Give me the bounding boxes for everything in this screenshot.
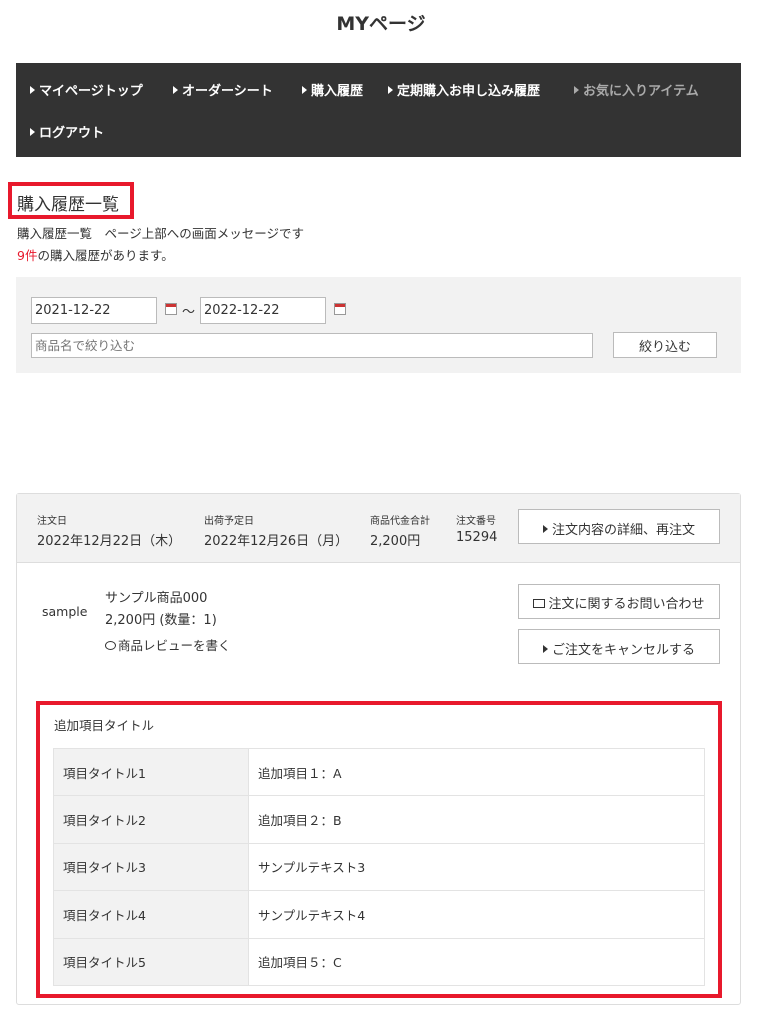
nav-label: 購入履歴 — [311, 84, 364, 99]
date-separator: 〜 — [182, 305, 196, 320]
filter-submit-button[interactable]: 絞り込む — [613, 332, 717, 358]
mail-icon — [533, 599, 546, 608]
product-name-filter-input[interactable] — [31, 333, 593, 358]
nav-logout[interactable]: ログアウト — [30, 122, 104, 141]
additional-fields-title: 追加項目タイトル — [54, 718, 155, 733]
additional-fields-section: 追加項目タイトル 項目タイトル1 追加項目１：A 項目タイトル2 追加項目２：B 項… — [36, 701, 722, 998]
table-row: 項目タイトル3 サンプルテキスト3 — [53, 842, 705, 892]
order-detail-button[interactable]: 注文内容の詳細、再注文 — [518, 509, 720, 544]
date-to-input[interactable] — [200, 297, 326, 324]
order-number: 15294 — [456, 530, 498, 545]
ship-date-label: 出荷予定日 — [204, 516, 254, 527]
history-count: 9件の購入履歴があります。 — [17, 245, 174, 264]
field-value: サンプルテキスト3 — [248, 842, 705, 892]
filter-panel: 〜 絞り込む — [16, 277, 741, 373]
field-value: 追加項目１：A — [248, 747, 705, 797]
ship-date: 2022年12月26日（月） — [204, 534, 349, 549]
order-total: 2,200円 — [370, 534, 421, 549]
table-row: 項目タイトル1 追加項目１：A — [53, 747, 705, 797]
field-key: 項目タイトル2 — [53, 795, 249, 844]
page-title: MYページ — [336, 13, 426, 35]
nav-order-sheet[interactable]: オーダーシート — [173, 80, 273, 99]
order-number-label: 注文番号 — [456, 516, 496, 527]
button-label: 注文に関するお問い合わせ — [548, 597, 705, 612]
field-value: 追加項目５：C — [248, 937, 705, 986]
inquiry-button[interactable]: 注文に関するお問い合わせ — [518, 584, 720, 619]
field-value: サンプルテキスト4 — [248, 890, 705, 939]
nav-label: オーダーシート — [182, 84, 273, 99]
cancel-order-button[interactable]: ご注文をキャンセルする — [518, 629, 720, 664]
nav-subscription-history[interactable]: 定期購入お申し込み履歴 — [388, 80, 540, 99]
nav-label: マイページトップ — [39, 84, 143, 99]
field-key: 項目タイトル3 — [53, 842, 249, 892]
product-name[interactable]: サンプル商品000 — [105, 587, 207, 606]
field-key: 項目タイトル1 — [53, 747, 249, 797]
calendar-icon[interactable] — [334, 303, 346, 315]
nav-favorites[interactable]: お気に入りアイテム — [574, 80, 699, 99]
button-label: 注文内容の詳細、再注文 — [551, 523, 695, 538]
field-key: 項目タイトル5 — [53, 937, 249, 986]
page-message: 購入履歴一覧 ページ上部への画面メッセージです — [17, 226, 305, 241]
date-from-input[interactable] — [31, 297, 157, 324]
calendar-icon[interactable] — [165, 303, 177, 315]
nav-label: ログアウト — [39, 126, 105, 141]
triangle-icon — [542, 645, 548, 653]
table-row: 項目タイトル4 サンプルテキスト4 — [53, 890, 705, 939]
triangle-icon — [30, 128, 35, 136]
triangle-icon — [30, 86, 35, 94]
field-key: 項目タイトル4 — [53, 890, 249, 939]
section-heading: 購入履歴一覧 — [8, 182, 134, 219]
count-suffix: の購入履歴があります。 — [37, 248, 174, 263]
triangle-icon — [173, 86, 178, 94]
triangle-icon — [574, 86, 579, 94]
nav-mypage-top[interactable]: マイページトップ — [30, 80, 143, 99]
table-row: 項目タイトル5 追加項目５：C — [53, 937, 705, 986]
review-link[interactable]: 商品レビューを書く — [105, 635, 231, 654]
nav-purchase-history[interactable]: 購入履歴 — [302, 80, 363, 99]
nav-label: 定期購入お申し込み履歴 — [397, 84, 541, 99]
triangle-icon — [542, 525, 548, 533]
triangle-icon — [388, 86, 393, 94]
triangle-icon — [302, 86, 307, 94]
product-image[interactable]: sample — [42, 604, 87, 619]
mypage-nav: マイページトップ オーダーシート 購入履歴 定期購入お申し込み履歴 お気に入りア… — [16, 63, 741, 157]
field-value: 追加項目２：B — [248, 795, 705, 844]
order-header: 注文日 2022年12月22日（木） 出荷予定日 2022年12月26日（月） … — [17, 494, 740, 563]
count-number: 9件 — [17, 248, 38, 263]
product-price: 2,200円 (数量：1) — [105, 613, 217, 628]
additional-fields-table: 項目タイトル1 追加項目１：A 項目タイトル2 追加項目２：B 項目タイトル3 サンプ… — [53, 747, 705, 986]
review-label: 商品レビューを書く — [118, 638, 231, 653]
order-date-label: 注文日 — [37, 516, 67, 527]
table-row: 項目タイトル2 追加項目２：B — [53, 795, 705, 844]
total-label: 商品代金合計 — [370, 516, 430, 527]
order-date: 2022年12月22日（木） — [37, 534, 182, 549]
button-label: ご注文をキャンセルする — [551, 643, 695, 658]
speech-bubble-icon — [105, 641, 116, 650]
nav-label: お気に入りアイテム — [583, 84, 699, 99]
